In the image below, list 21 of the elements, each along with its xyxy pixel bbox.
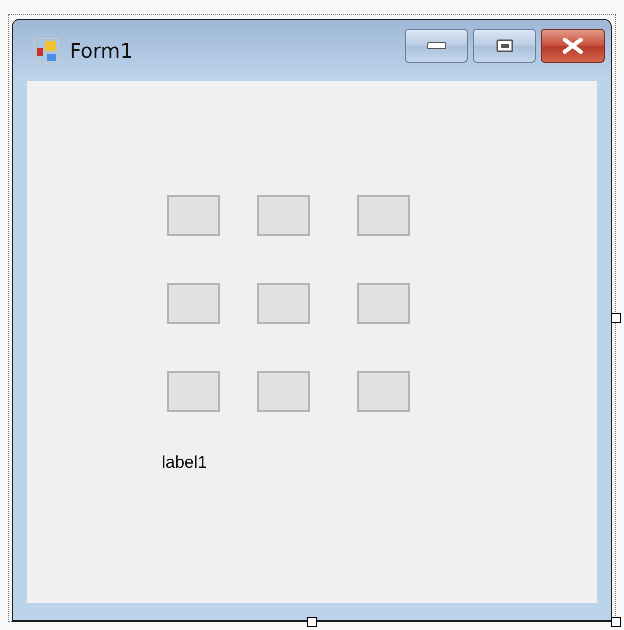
button[interactable] (357, 283, 410, 324)
resize-handle[interactable] (611, 313, 621, 323)
close-button[interactable] (541, 28, 605, 62)
label: label1 (162, 453, 208, 473)
minimize-button[interactable] (405, 28, 468, 62)
app-icon (34, 38, 60, 64)
close-icon (561, 38, 585, 54)
button[interactable] (357, 195, 410, 236)
maximize-button[interactable] (473, 28, 536, 62)
button[interactable] (167, 195, 220, 236)
minimize-icon (426, 42, 446, 50)
button[interactable] (257, 371, 310, 412)
resize-handle[interactable] (611, 617, 621, 627)
resize-handle[interactable] (307, 617, 317, 627)
button[interactable] (167, 371, 220, 412)
button[interactable] (257, 195, 310, 236)
button[interactable] (167, 283, 220, 324)
window-title: Form1 (70, 38, 134, 62)
button[interactable] (357, 371, 410, 412)
button[interactable] (257, 283, 310, 324)
maximize-icon (496, 38, 514, 52)
